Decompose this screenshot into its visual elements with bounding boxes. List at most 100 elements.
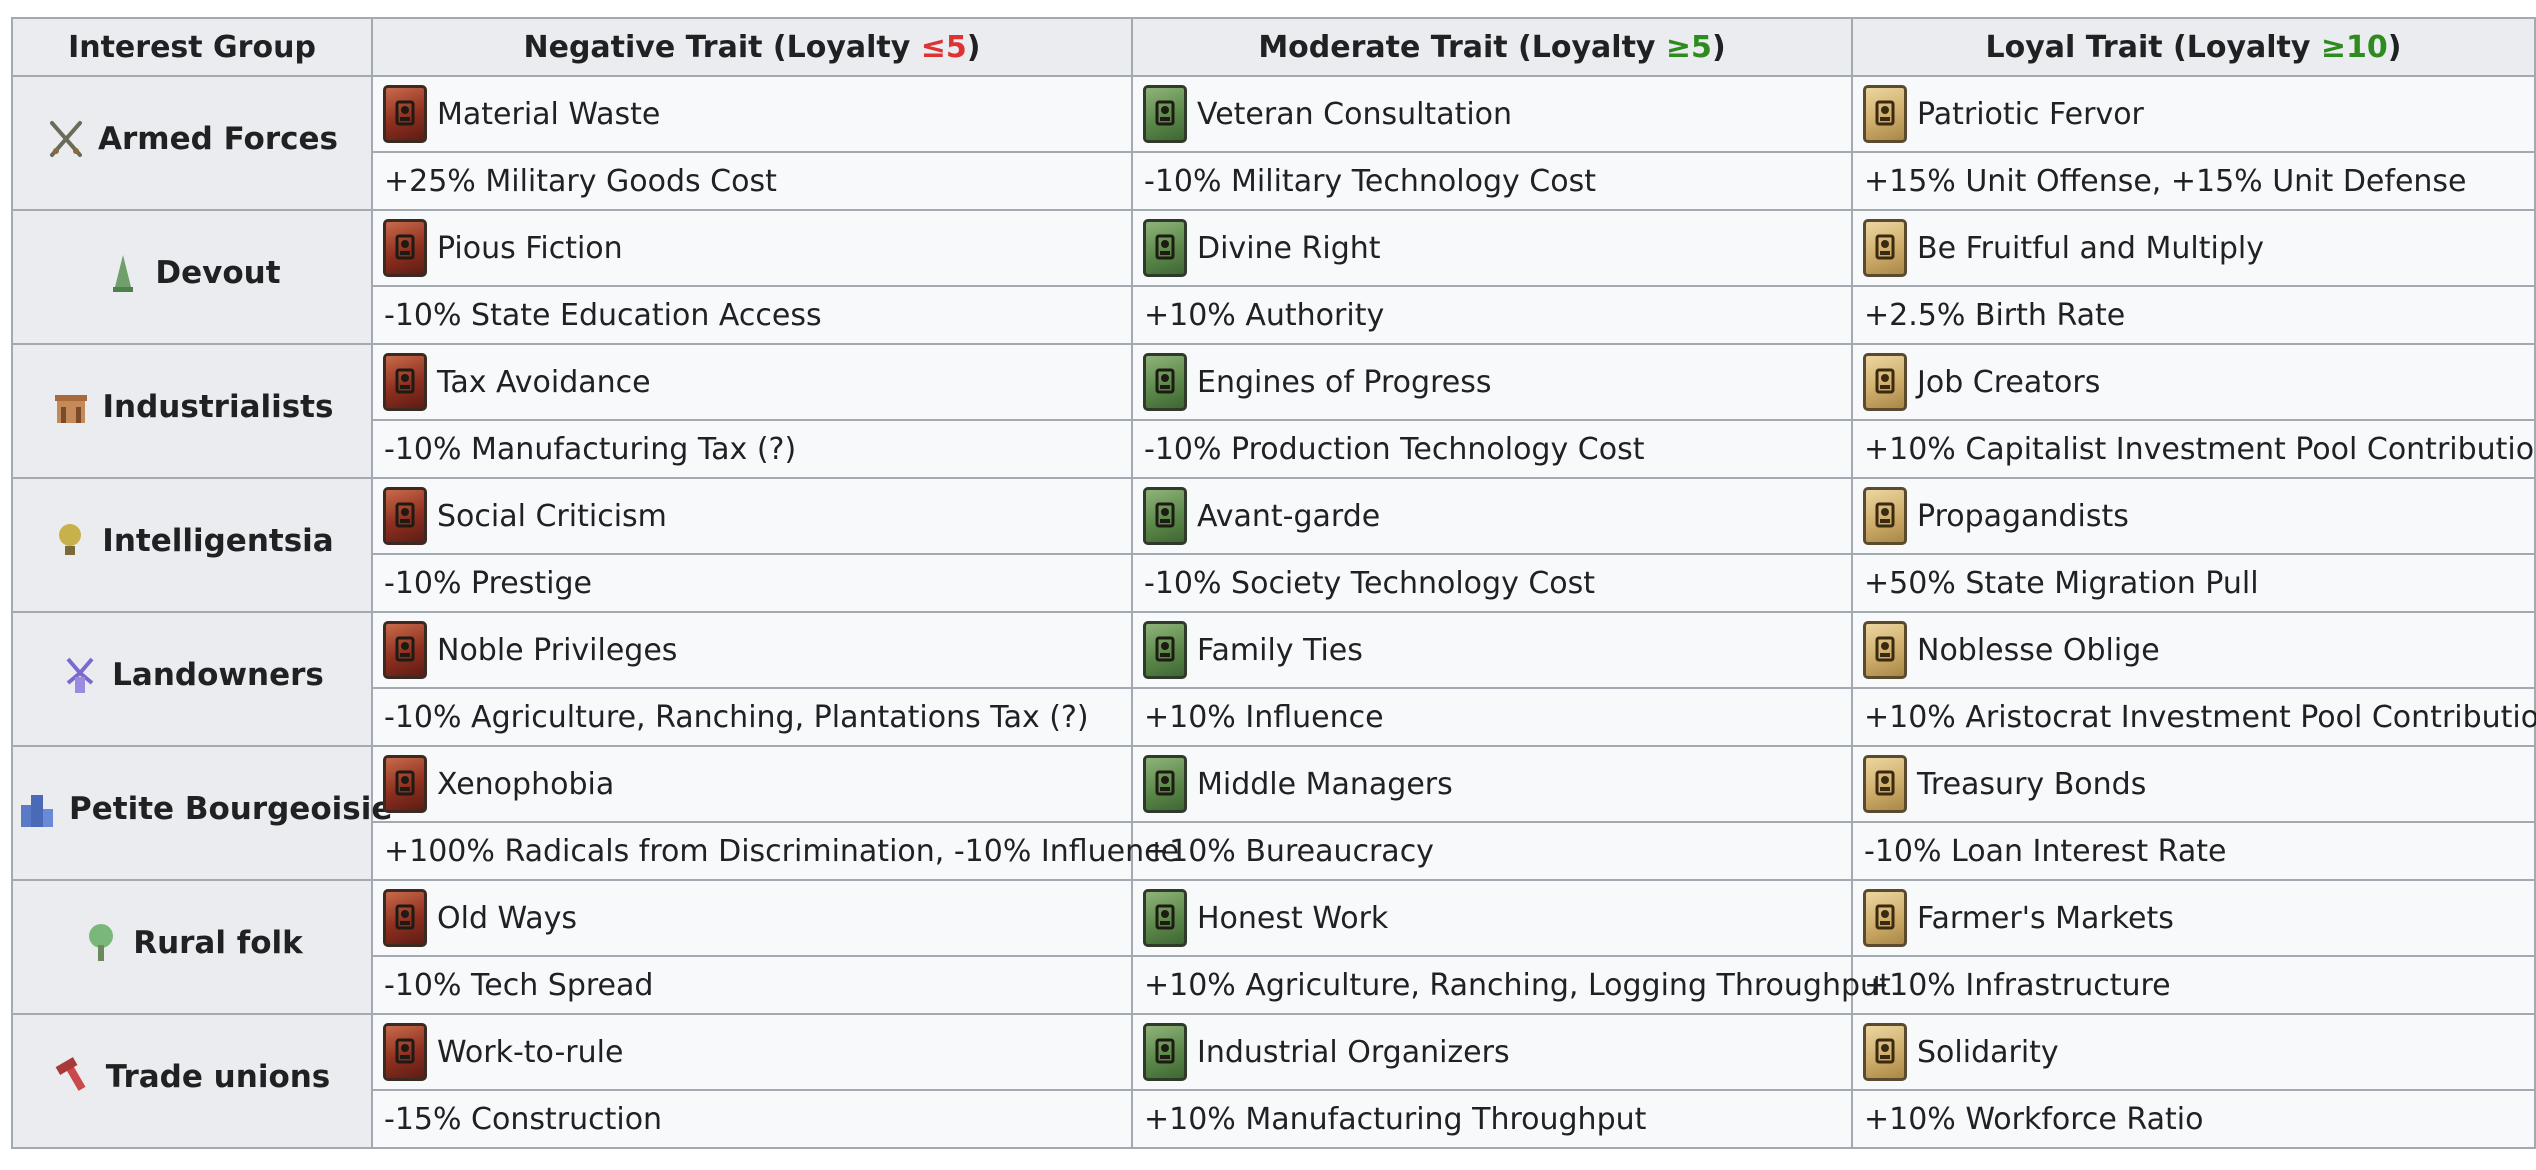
- interest-group-name[interactable]: Armed Forces: [98, 121, 338, 157]
- moderate-trait-name[interactable]: Engines of Progress: [1197, 365, 1491, 400]
- negative-trait-name[interactable]: Tax Avoidance: [437, 365, 651, 400]
- negative-trait: Work-to-rule: [383, 1023, 1121, 1081]
- megaphone-icon[interactable]: [1863, 487, 1907, 545]
- table-header-row: Interest Group Negative Trait (Loyalty ≤…: [11, 17, 2536, 77]
- bars-icon[interactable]: [383, 755, 427, 813]
- coin-bag-icon[interactable]: [1863, 621, 1907, 679]
- loyal-trait-name[interactable]: Patriotic Fervor: [1917, 97, 2144, 132]
- lightbulb-icon: [50, 519, 90, 563]
- negative-trait: Noble Privileges: [383, 621, 1121, 679]
- table-row: Intelligentsia Social Criticism Avant-gard…: [11, 477, 2536, 613]
- moderate-trait-name[interactable]: Divine Right: [1197, 231, 1381, 266]
- loyal-trait-effect: +10% Capitalist Investment Pool Contribu…: [1851, 419, 2536, 479]
- medal-icon[interactable]: [1143, 85, 1187, 143]
- loyal-trait-name[interactable]: Treasury Bonds: [1917, 767, 2146, 802]
- table-row: Rural folk Old Ways Honest Work Farmer's Ma…: [11, 879, 2536, 1015]
- loyal-trait-name[interactable]: Job Creators: [1917, 365, 2100, 400]
- loyal-trait-cell: Solidarity: [1851, 1013, 2536, 1091]
- moderate-trait-name[interactable]: Family Ties: [1197, 633, 1363, 668]
- loyal-trait-name[interactable]: Noblesse Oblige: [1917, 633, 2160, 668]
- interest-group-cell: Rural folk: [11, 879, 373, 1015]
- certificate-icon[interactable]: [1863, 755, 1907, 813]
- interest-group-name[interactable]: Rural folk: [133, 925, 303, 961]
- negative-trait-name[interactable]: Work-to-rule: [437, 1035, 623, 1070]
- interest-group-name[interactable]: Landowners: [112, 657, 324, 693]
- interest-group-name[interactable]: Devout: [155, 255, 280, 291]
- pitchfork-icon[interactable]: [383, 889, 427, 947]
- market-stall-icon[interactable]: [1863, 889, 1907, 947]
- rings-icon[interactable]: [1143, 621, 1187, 679]
- negative-trait-cell: Noble Privileges: [371, 611, 1133, 689]
- negative-trait-cell: Social Criticism: [371, 477, 1133, 555]
- quill-icon[interactable]: [383, 487, 427, 545]
- interest-group-name[interactable]: Intelligentsia: [102, 523, 333, 559]
- moderate-trait: Engines of Progress: [1143, 353, 1841, 411]
- negative-trait-name[interactable]: Material Waste: [437, 97, 660, 132]
- interest-group-name[interactable]: Industrialists: [103, 389, 334, 425]
- family-icon[interactable]: [1863, 219, 1907, 277]
- negative-trait-cell: Pious Fiction: [371, 209, 1133, 287]
- factory-building-icon: [51, 385, 91, 429]
- negative-trait-effect: +25% Military Goods Cost: [371, 151, 1133, 211]
- interest-group-label: Intelligentsia: [50, 519, 334, 563]
- loyal-trait-name[interactable]: Be Fruitful and Multiply: [1917, 231, 2264, 266]
- open-book-icon[interactable]: [1143, 219, 1187, 277]
- loyal-trait: Noblesse Oblige: [1863, 621, 2524, 679]
- moderate-trait-cell: Avant-garde: [1131, 477, 1853, 555]
- moderate-trait: Middle Managers: [1143, 755, 1841, 813]
- fire-crate-icon[interactable]: [383, 85, 427, 143]
- town-buildings-icon: [17, 787, 57, 831]
- negative-trait-name[interactable]: Old Ways: [437, 901, 577, 936]
- moderate-trait-name[interactable]: Veteran Consultation: [1197, 97, 1512, 132]
- moderate-trait-name[interactable]: Honest Work: [1197, 901, 1388, 936]
- header-moderate-trait[interactable]: Moderate Trait (Loyalty ≥5): [1131, 17, 1853, 77]
- moderate-trait-cell: Industrial Organizers: [1131, 1013, 1853, 1091]
- moderate-trait-name[interactable]: Middle Managers: [1197, 767, 1453, 802]
- clipboard-icon[interactable]: [1143, 1023, 1187, 1081]
- header-negative-trait[interactable]: Negative Trait (Loyalty ≤5): [371, 17, 1133, 77]
- loyal-trait: Propagandists: [1863, 487, 2524, 545]
- negative-trait: Xenophobia: [383, 755, 1121, 813]
- negative-trait-name[interactable]: Social Criticism: [437, 499, 667, 534]
- loyal-trait-name[interactable]: Farmer's Markets: [1917, 901, 2174, 936]
- table-row: Industrialists Tax Avoidance Engines of Pr…: [11, 343, 2536, 479]
- table-row: Petite Bourgeoisie Xenophobia Middle Manag…: [11, 745, 2536, 881]
- negative-trait: Tax Avoidance: [383, 353, 1121, 411]
- crates-icon[interactable]: [1863, 1023, 1907, 1081]
- moderate-trait-name[interactable]: Industrial Organizers: [1197, 1035, 1510, 1070]
- header-loyal-trait[interactable]: Loyal Trait (Loyalty ≥10): [1851, 17, 2536, 77]
- locked-book-icon[interactable]: [383, 219, 427, 277]
- loyal-trait-cell: Noblesse Oblige: [1851, 611, 2536, 689]
- moderate-trait-effect: +10% Manufacturing Throughput: [1131, 1089, 1853, 1149]
- moderate-trait-name[interactable]: Avant-garde: [1197, 499, 1380, 534]
- moderate-trait: Divine Right: [1143, 219, 1841, 277]
- factory-icon[interactable]: [1863, 353, 1907, 411]
- gears-icon[interactable]: [1143, 755, 1187, 813]
- header-interest-group[interactable]: Interest Group: [11, 17, 373, 77]
- farmer-icon[interactable]: [1143, 889, 1187, 947]
- loyal-trait-cell: Propagandists: [1851, 477, 2536, 555]
- lightbulb-gear-icon[interactable]: [1143, 353, 1187, 411]
- hammer-fist-icon: [54, 1055, 94, 1099]
- top-hat-icon[interactable]: [383, 621, 427, 679]
- negative-trait-name[interactable]: Pious Fiction: [437, 231, 623, 266]
- negative-trait-name[interactable]: Noble Privileges: [437, 633, 677, 668]
- safe-icon[interactable]: [383, 353, 427, 411]
- factory-down-icon[interactable]: [383, 1023, 427, 1081]
- interest-group-name[interactable]: Trade unions: [106, 1059, 331, 1095]
- negative-trait: Pious Fiction: [383, 219, 1121, 277]
- loyal-trait-name[interactable]: Propagandists: [1917, 499, 2129, 534]
- loyal-trait-effect: +10% Infrastructure: [1851, 955, 2536, 1015]
- moderate-trait: Veteran Consultation: [1143, 85, 1841, 143]
- interest-group-label: Trade unions: [54, 1055, 331, 1099]
- moderate-loyalty-symbol: ≥5: [1665, 29, 1712, 65]
- negative-trait-name[interactable]: Xenophobia: [437, 767, 614, 802]
- interest-group-name[interactable]: Petite Bourgeoisie: [69, 791, 392, 827]
- table-row: Armed Forces Material Waste Veteran Consul…: [11, 75, 2536, 211]
- negative-trait: Material Waste: [383, 85, 1121, 143]
- painting-icon[interactable]: [1143, 487, 1187, 545]
- loyal-trait-name[interactable]: Solidarity: [1917, 1035, 2059, 1070]
- moderate-trait-effect: +10% Bureaucracy: [1131, 821, 1853, 881]
- saluting-soldier-icon[interactable]: [1863, 85, 1907, 143]
- interest-group-cell: Trade unions: [11, 1013, 373, 1149]
